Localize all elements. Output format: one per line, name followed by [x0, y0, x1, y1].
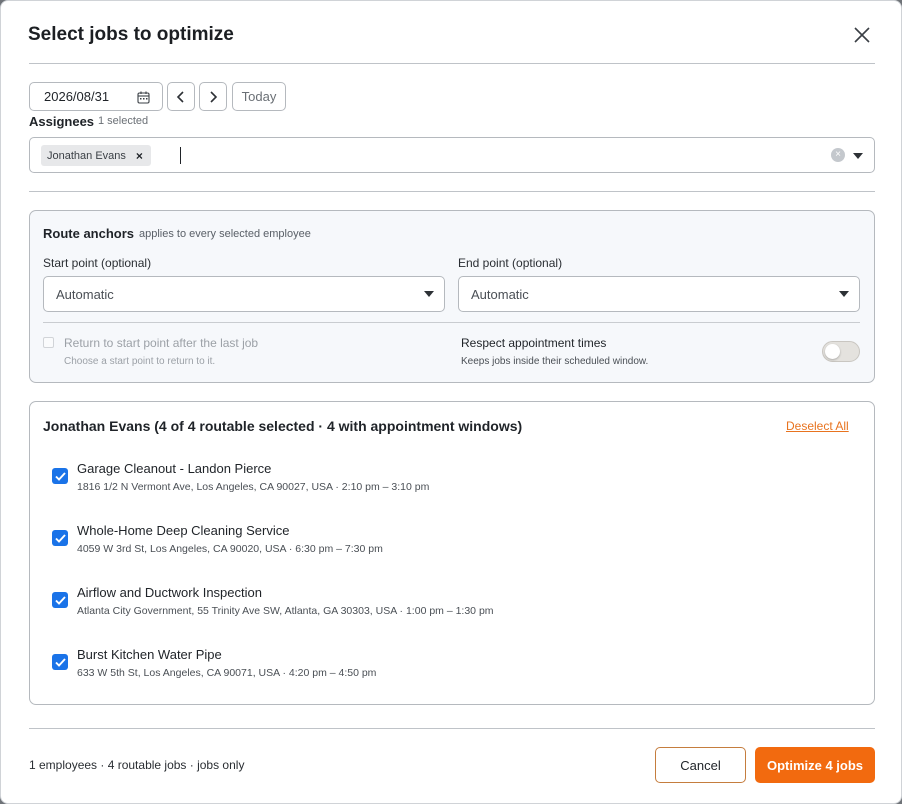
start-point-select[interactable]: Automatic	[43, 276, 445, 312]
checkmark-icon	[54, 471, 66, 481]
previous-day-button[interactable]	[167, 82, 195, 111]
job-name: Burst Kitchen Water Pipe	[77, 647, 222, 662]
assignees-select[interactable]: Jonathan Evans × ×	[29, 137, 875, 173]
calendar-icon	[137, 91, 150, 104]
chevron-down-icon[interactable]	[853, 153, 863, 159]
text-cursor	[180, 147, 181, 164]
respect-appointments-hint: Keeps jobs inside their scheduled window…	[461, 356, 649, 367]
optimize-jobs-button[interactable]: Optimize 4 jobs	[755, 747, 875, 783]
job-address: 4059 W 3rd St, Los Angeles, CA 90020, US…	[77, 543, 383, 555]
job-checkbox[interactable]	[52, 592, 68, 608]
assignees-count: 1 selected	[98, 115, 149, 127]
job-checkbox[interactable]	[52, 654, 68, 670]
start-point-value: Automatic	[56, 286, 114, 302]
chevron-left-icon	[176, 90, 184, 103]
route-anchors-subtitle: applies to every selected employee	[139, 228, 311, 240]
return-to-start-checkbox[interactable]	[43, 337, 54, 348]
checkmark-icon	[54, 657, 66, 667]
anchors-divider	[43, 322, 860, 323]
respect-appointments-label: Respect appointment times	[461, 336, 607, 350]
chevron-down-icon	[839, 291, 849, 297]
respect-appointments-toggle[interactable]	[822, 341, 860, 362]
start-point-label: Start point (optional)	[43, 256, 152, 270]
job-address: Atlanta City Government, 55 Trinity Ave …	[77, 605, 494, 617]
job-checkbox[interactable]	[52, 468, 68, 484]
today-button[interactable]: Today	[232, 82, 286, 111]
remove-chip-icon[interactable]: ×	[136, 149, 143, 163]
route-anchors-title: Route anchors	[43, 226, 135, 241]
date-value: 2026/08/31	[44, 89, 110, 104]
return-to-start-label: Return to start point after the last job	[64, 336, 259, 350]
job-address: 1816 1/2 N Vermont Ave, Los Angeles, CA …	[77, 481, 430, 493]
dialog-title: Select jobs to optimize	[28, 24, 234, 45]
return-to-start-hint: Choose a start point to return to it.	[64, 356, 216, 367]
job-name: Airflow and Ductwork Inspection	[77, 585, 262, 600]
cancel-button[interactable]: Cancel	[655, 747, 746, 783]
close-button[interactable]	[848, 21, 876, 49]
job-checkbox[interactable]	[52, 530, 68, 546]
chevron-down-icon	[424, 291, 434, 297]
assignee-chip: Jonathan Evans ×	[41, 145, 151, 166]
job-address: 633 W 5th St, Los Angeles, CA 90071, USA…	[77, 667, 377, 679]
section-divider	[29, 191, 875, 192]
deselect-all-link[interactable]: Deselect All	[786, 419, 849, 433]
next-day-button[interactable]	[199, 82, 227, 111]
end-point-value: Automatic	[471, 286, 529, 302]
footer-divider	[29, 728, 875, 729]
footer-summary: 1 employees · 4 routable jobs · jobs onl…	[29, 758, 245, 772]
close-icon	[854, 27, 870, 43]
job-name: Whole-Home Deep Cleaning Service	[77, 523, 290, 538]
chevron-right-icon	[210, 90, 218, 103]
optimize-jobs-dialog: Select jobs to optimize 2026/08/31 Today…	[0, 0, 902, 804]
checkmark-icon	[54, 533, 66, 543]
checkmark-icon	[54, 595, 66, 605]
assignee-chip-label: Jonathan Evans	[47, 149, 126, 162]
jobs-panel-title: Jonathan Evans (4 of 4 routable selected…	[43, 418, 523, 434]
end-point-label: End point (optional)	[458, 256, 563, 270]
route-anchors-card: Route anchors applies to every selected …	[29, 210, 875, 383]
end-point-select[interactable]: Automatic	[458, 276, 860, 312]
toggle-knob	[825, 344, 840, 359]
job-name: Garage Cleanout - Landon Pierce	[77, 461, 272, 476]
assignees-label: Assignees	[29, 114, 95, 129]
clear-selection-icon[interactable]: ×	[831, 148, 845, 162]
jobs-panel: Jonathan Evans (4 of 4 routable selected…	[29, 401, 875, 705]
header-divider	[29, 63, 875, 64]
date-input[interactable]: 2026/08/31	[29, 82, 163, 111]
